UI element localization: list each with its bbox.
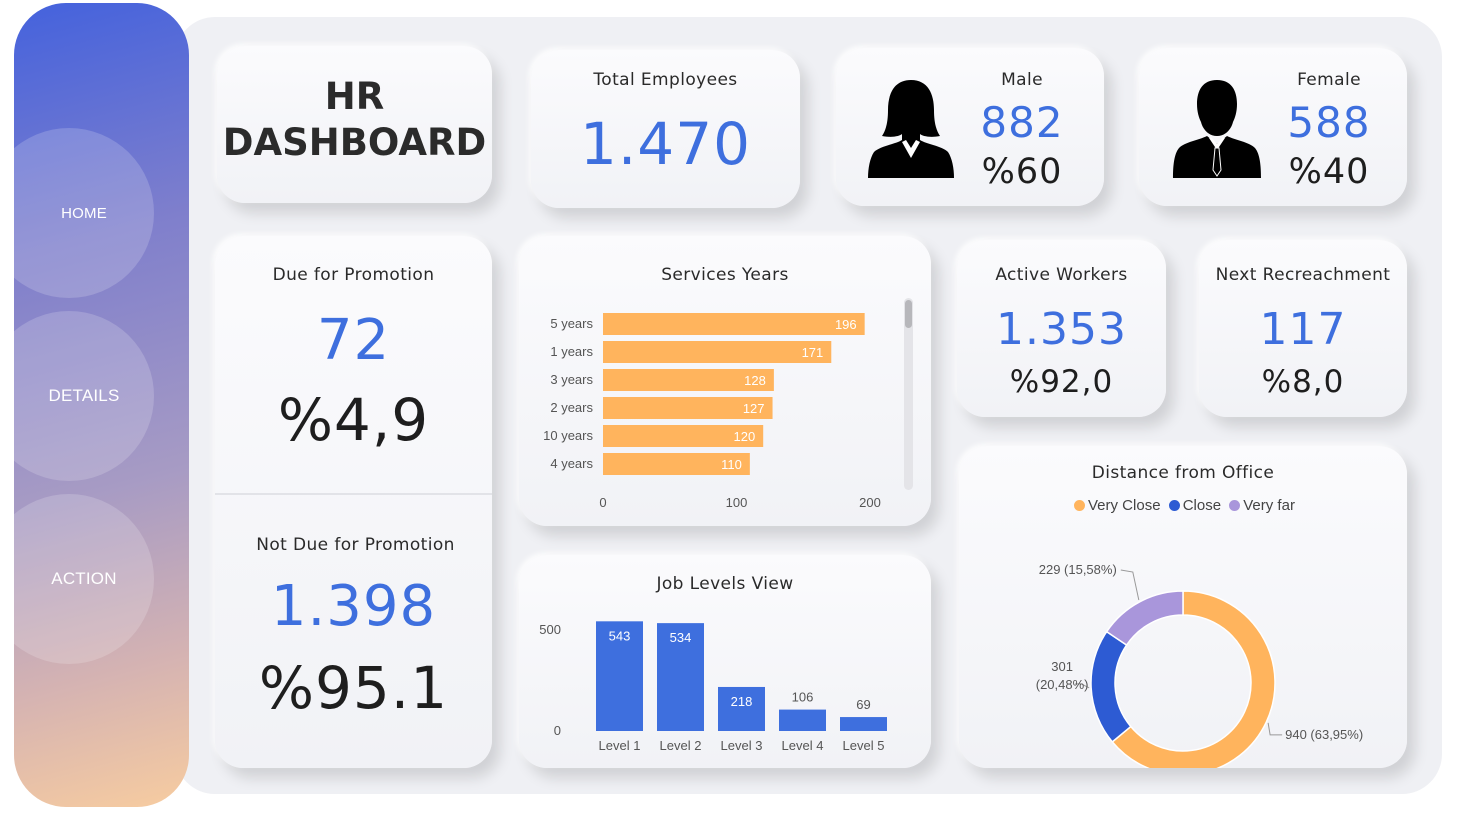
female-count: 588 <box>1287 98 1371 147</box>
female-card: Female 588 %40 <box>1139 48 1407 206</box>
active-workers-card: Active Workers 1.353 %92,0 <box>957 240 1166 417</box>
next-recreachment-label: Next Recreachment <box>1215 265 1391 285</box>
job-levels-chart: 0 500 543 Level 1 534 Level 2 218 Level 3 106 Lev… <box>539 621 887 753</box>
bar-value-label: 171 <box>802 345 824 360</box>
slice-value-label: (20,48%) <box>1036 677 1089 692</box>
column-value-label: 218 <box>731 694 753 709</box>
nav-details-button[interactable]: DETAILS <box>14 311 154 481</box>
column-value-label: 534 <box>670 630 692 645</box>
scrollbar-thumb[interactable] <box>905 300 912 328</box>
total-employees-card: Total Employees 1.470 <box>531 50 800 208</box>
female-percentage: %40 <box>1288 152 1370 192</box>
not-due-promotion-label: Not Due for Promotion <box>256 535 455 555</box>
not-due-promotion-value: 1.398 <box>270 574 437 639</box>
column <box>779 709 826 731</box>
due-promotion-label: Due for Promotion <box>272 265 435 285</box>
bar-category-label: 5 years <box>550 316 593 331</box>
services-years-card: Services Years 5 years 196 1 years 171 3 yea… <box>519 236 931 526</box>
nav-action-button[interactable]: ACTION <box>14 494 154 664</box>
next-recreachment-percentage: %8,0 <box>1261 364 1345 400</box>
bar-category-label: 2 years <box>550 400 593 415</box>
promotion-divider <box>215 493 492 495</box>
x-tick-label: 200 <box>859 495 881 510</box>
column-category-label: Level 2 <box>660 738 702 753</box>
bar-value-label: 128 <box>744 373 766 388</box>
slice-value-label: 940 (63,95%) <box>1285 727 1363 742</box>
total-employees-label: Total Employees <box>593 70 738 90</box>
column-category-label: Level 1 <box>599 738 641 753</box>
not-due-promotion-percentage: %95.1 <box>258 654 449 722</box>
nav-details-label: DETAILS <box>48 386 120 405</box>
due-promotion-value: 72 <box>316 308 391 373</box>
y-tick-label: 500 <box>539 622 561 637</box>
female-label: Female <box>1297 70 1361 90</box>
bar-value-label: 110 <box>721 457 742 472</box>
male-label: Male <box>1001 70 1043 90</box>
due-promotion-percentage: %4,9 <box>277 386 430 454</box>
bar <box>603 341 832 363</box>
sidebar: HOME DETAILS ACTION <box>14 3 189 807</box>
column <box>840 717 887 731</box>
column-category-label: Level 4 <box>782 738 824 753</box>
column-category-label: Level 5 <box>843 738 885 753</box>
nav-action-label: ACTION <box>51 569 117 588</box>
bar-category-label: 4 years <box>550 456 593 471</box>
services-years-scrollbar[interactable] <box>904 298 913 490</box>
slice-value-label: 229 (15,58%) <box>1039 562 1117 577</box>
bar <box>603 313 865 335</box>
column-value-label: 69 <box>856 697 870 712</box>
leader-line <box>1120 569 1140 601</box>
bar-category-label: 3 years <box>550 372 593 387</box>
active-workers-percentage: %92,0 <box>1009 364 1114 400</box>
bar-value-label: 120 <box>733 429 755 444</box>
x-tick-label: 0 <box>599 495 606 510</box>
bar-category-label: 10 years <box>543 428 593 443</box>
active-workers-value: 1.353 <box>996 304 1127 355</box>
job-levels-card: Job Levels View 0 500 543 Level 1 534 Level 2… <box>519 555 931 768</box>
x-tick-label: 100 <box>726 495 748 510</box>
services-years-chart: 5 years 196 1 years 171 3 years 128 2 years 127… <box>543 313 881 510</box>
column-category-label: Level 3 <box>721 738 763 753</box>
total-employees-value: 1.470 <box>579 110 752 178</box>
slice-value-label: 301 <box>1051 659 1073 674</box>
column-value-label: 543 <box>609 628 631 643</box>
page-title: HR DASHBOARD <box>217 74 492 166</box>
nav-home-button[interactable]: HOME <box>14 128 154 298</box>
active-workers-label: Active Workers <box>995 265 1128 285</box>
donut-slice <box>1090 630 1132 743</box>
male-percentage: %60 <box>981 152 1063 192</box>
title-card: HR DASHBOARD <box>217 46 492 203</box>
nav-home-label: HOME <box>61 204 107 222</box>
distance-card: Distance from Office Very Close Close Ve… <box>959 446 1407 768</box>
bar-category-label: 1 years <box>550 344 593 359</box>
bar-value-label: 127 <box>743 401 765 416</box>
page-title-line1: HR <box>324 75 385 118</box>
donut-slice <box>1105 590 1184 647</box>
next-recreachment-value: 117 <box>1259 304 1347 355</box>
promotion-card: Due for Promotion 72 %4,9 Not Due for Pr… <box>215 236 492 768</box>
male-count: 882 <box>980 98 1064 147</box>
bar-value-label: 196 <box>835 317 857 332</box>
distance-donut-chart: 940 (63,95%) 301 (20,48%) 229 (15,58%) <box>1036 562 1363 768</box>
page-title-line2: DASHBOARD <box>222 121 487 164</box>
column-value-label: 106 <box>792 690 814 705</box>
y-tick-label: 0 <box>554 723 561 738</box>
male-card: Male 882 %60 <box>836 48 1104 206</box>
next-recreachment-card: Next Recreachment 117 %8,0 <box>1199 240 1407 417</box>
leader-line <box>1267 722 1283 736</box>
